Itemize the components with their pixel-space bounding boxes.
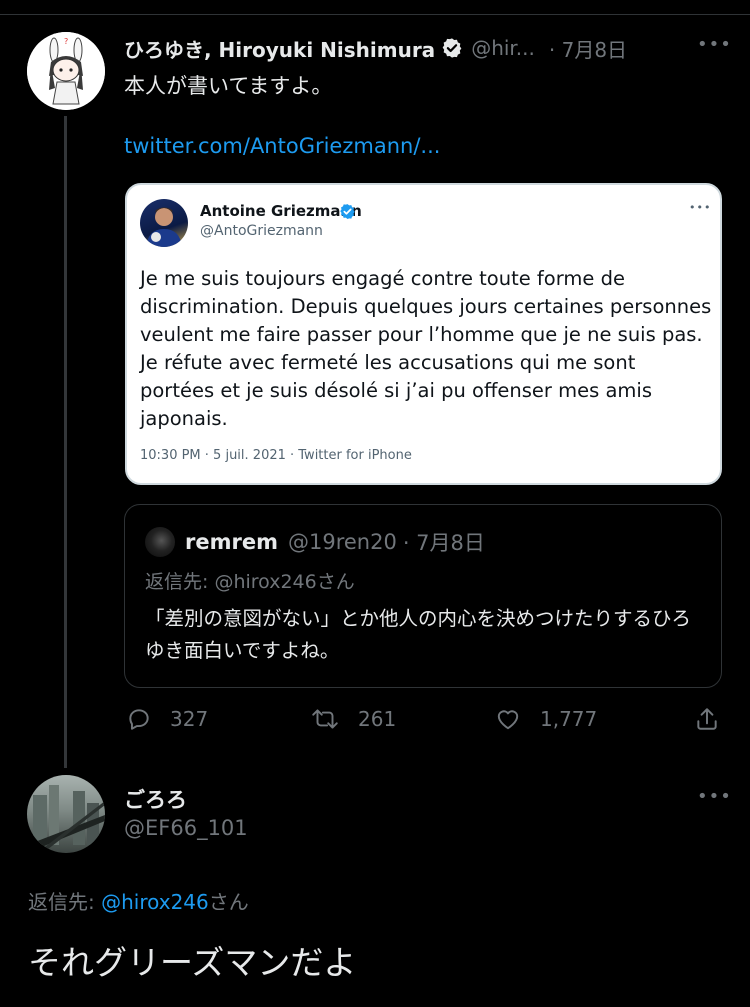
reply-author-name[interactable]: ごろろ (124, 784, 187, 814)
retweet-icon (312, 709, 338, 729)
share-icon (697, 708, 717, 730)
quoted-header: remrem @19ren20 · 7月8日 (185, 527, 485, 557)
author-name[interactable]: ひろゆき, Hiroyuki Nishimura (124, 34, 435, 63)
quoted-author-handle: @AntoGriezmann (200, 223, 323, 239)
quoted-reply-to: 返信先: @hirox246さん (145, 571, 355, 593)
share-button[interactable] (694, 706, 738, 732)
remrem-avatar (145, 527, 175, 557)
quoted-author-name: Antoine Griezmann (200, 202, 362, 220)
thread-connector-line (64, 116, 67, 768)
reply-count: 327 (170, 707, 209, 731)
griezmann-avatar (140, 199, 188, 247)
quoted-tweet-text: Je me suis toujours engagé contre toute … (140, 267, 712, 430)
quoted-text: 「差別の意図がない」とか他人の内心を決めつけたりするひろゆき面白いですよね。 (145, 607, 692, 662)
hiroyuki-avatar[interactable]: ? (27, 32, 105, 110)
reply-author-handle[interactable]: @EF66_101 (124, 816, 248, 840)
verified-badge-icon (442, 38, 462, 58)
quoted-tweet-card[interactable]: remrem @19ren20 · 7月8日 返信先: @hirox246さん … (124, 504, 722, 688)
top-divider (0, 14, 750, 15)
quoted-author-name: remrem (185, 530, 278, 554)
quoted-date: · 7月8日 (402, 531, 485, 555)
verified-badge-icon (340, 204, 355, 219)
heart-icon (497, 710, 519, 730)
more-horizontal-icon[interactable]: ••• (697, 786, 732, 807)
like-count: 1,777 (540, 707, 598, 731)
more-horizontal-icon[interactable]: ••• (697, 34, 732, 55)
retweet-button[interactable]: 261 (310, 706, 396, 732)
reply-to-handle[interactable]: @hirox246 (101, 890, 209, 914)
like-button[interactable]: 1,777 (494, 706, 597, 732)
reply-to-prefix: 返信先: (28, 890, 102, 914)
more-horizontal-icon: ••• (689, 201, 712, 214)
tweet-date[interactable]: · 7月8日 (549, 34, 627, 63)
gororo-avatar[interactable] (27, 775, 105, 853)
retweet-count: 261 (358, 707, 397, 731)
tweet-header: ひろゆき, Hiroyuki Nishimura @hir... · 7月8日 (124, 34, 627, 62)
reply-icon (129, 709, 149, 730)
quoted-tweet-meta: 10:30 PM · 5 juil. 2021 · Twitter for iP… (140, 448, 412, 463)
quoted-author-handle: @19ren20 (287, 530, 397, 554)
reply-button[interactable]: 327 (126, 706, 208, 732)
reply-to-line: 返信先: @hirox246さん (28, 886, 249, 915)
tweet-link[interactable]: twitter.com/AntoGriezmann/... (124, 134, 440, 158)
tweet-text: 本人が書いてますよ。 (124, 74, 333, 98)
svg-text:?: ? (64, 37, 68, 46)
rabbit-character-image: ? (27, 32, 105, 110)
author-handle[interactable]: @hir... (471, 36, 535, 60)
reply-text: それグリーズマンだよ (28, 943, 357, 982)
quoted-screenshot-card[interactable]: Antoine Griezmann @AntoGriezmann ••• Je … (125, 183, 722, 485)
city-photo-image (27, 785, 105, 853)
reply-to-suffix: さん (208, 890, 249, 914)
